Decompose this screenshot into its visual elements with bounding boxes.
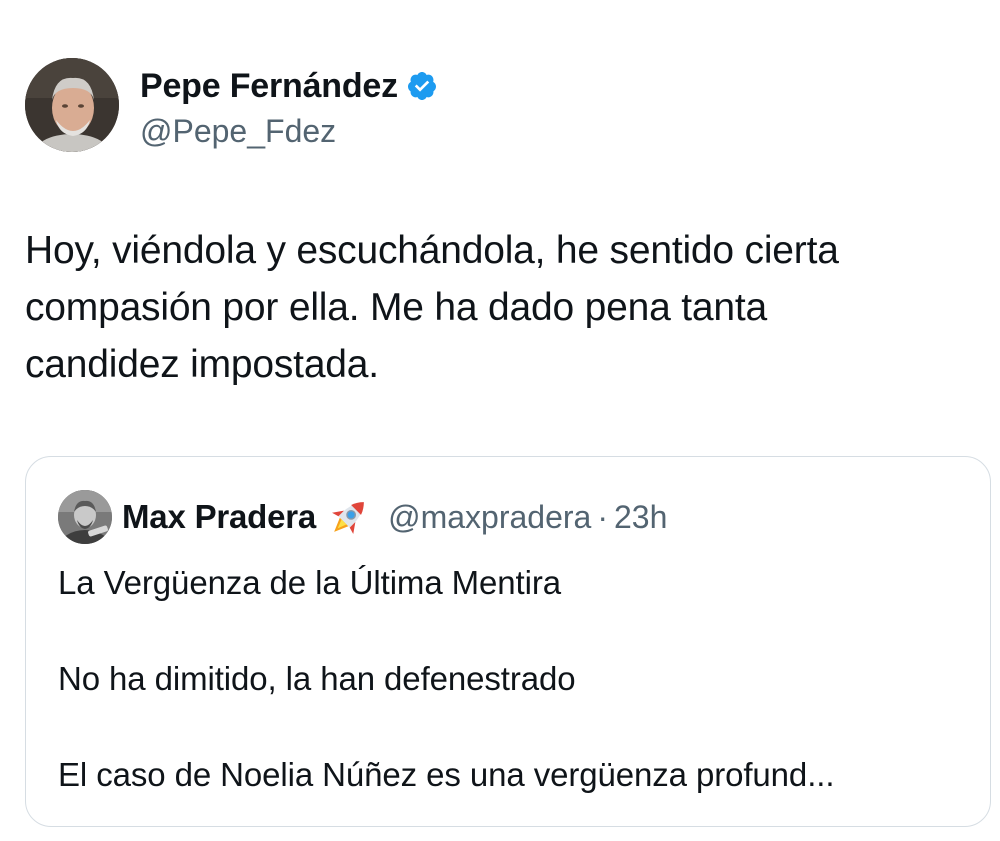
quoted-tweet-header: Max Pradera @maxpradera · 23h <box>58 488 667 546</box>
quoted-avatar-photo <box>58 490 112 544</box>
display-name[interactable]: Pepe Fernández <box>140 67 398 106</box>
tweet-text: Hoy, viéndola y escuchándola, he sentido… <box>25 222 975 393</box>
separator-dot: · <box>597 498 608 535</box>
quoted-timestamp[interactable]: 23h <box>614 499 667 536</box>
quoted-handle[interactable]: @maxpradera <box>388 499 591 536</box>
rocket-icon <box>324 492 374 542</box>
tweet: Pepe Fernández @Pepe_Fdez Hoy, viéndola … <box>0 0 1000 841</box>
quoted-tweet-text: La Vergüenza de la Última Mentira No ha … <box>58 559 968 799</box>
quoted-text-line: La Vergüenza de la Última Mentira <box>58 564 561 601</box>
verified-badge-icon <box>406 70 438 102</box>
quoted-display-name[interactable]: Max Pradera <box>122 498 316 536</box>
quoted-text-line: No ha dimitido, la han defenestrado <box>58 660 576 697</box>
quoted-avatar[interactable] <box>58 490 112 544</box>
author-handle[interactable]: @Pepe_Fdez <box>140 113 438 150</box>
quoted-text-line: El caso de Noelia Núñez es una vergüenza… <box>58 756 835 793</box>
tweet-text-line: compasión por ella. Me ha dado pena tant… <box>25 286 767 329</box>
avatar[interactable] <box>25 58 119 152</box>
avatar-photo <box>25 58 119 152</box>
tweet-text-line: Hoy, viéndola y escuchándola, he sentido… <box>25 229 839 272</box>
tweet-text-line: candidez impostada. <box>25 343 379 386</box>
tweet-author: Pepe Fernández @Pepe_Fdez <box>25 58 438 152</box>
quoted-tweet-card[interactable]: Max Pradera @maxpradera · 23h La Vergüen… <box>25 456 991 827</box>
